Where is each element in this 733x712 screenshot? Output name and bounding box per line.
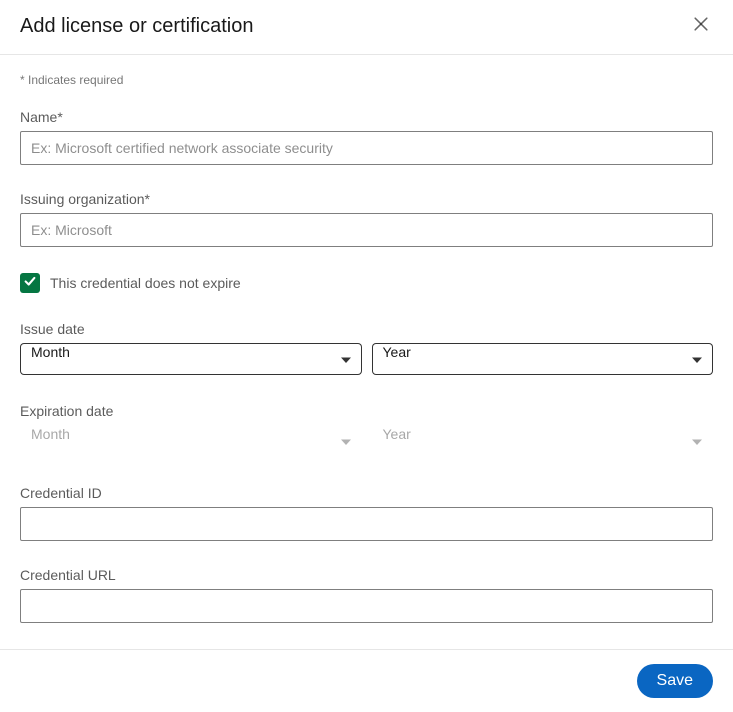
checkmark-icon — [23, 274, 37, 293]
close-button[interactable] — [689, 14, 713, 38]
credential-id-label: Credential ID — [20, 485, 713, 501]
required-indicator: * Indicates required — [20, 73, 713, 87]
field-credential-id: Credential ID — [20, 485, 713, 541]
expiration-date-label: Expiration date — [20, 403, 713, 419]
field-name: Name* — [20, 109, 713, 165]
modal-body: * Indicates required Name* Issuing organ… — [0, 55, 733, 649]
no-expire-checkbox[interactable] — [20, 273, 40, 293]
exp-year-select: Year — [372, 425, 714, 457]
credential-id-input[interactable] — [20, 507, 713, 541]
exp-month-wrap: Month — [20, 425, 362, 457]
modal-header: Add license or certification — [0, 0, 733, 55]
save-button[interactable]: Save — [637, 664, 713, 698]
close-icon — [691, 14, 711, 39]
exp-year-wrap: Year — [372, 425, 714, 457]
org-label: Issuing organization* — [20, 191, 713, 207]
issue-date-label: Issue date — [20, 321, 713, 337]
no-expire-row: This credential does not expire — [20, 273, 713, 293]
no-expire-label: This credential does not expire — [50, 275, 241, 291]
credential-url-label: Credential URL — [20, 567, 713, 583]
issue-date-group: Issue date Month Year — [20, 321, 713, 375]
issue-year-wrap: Year — [372, 343, 714, 375]
issue-year-select[interactable]: Year — [372, 343, 714, 375]
credential-url-input[interactable] — [20, 589, 713, 623]
exp-month-select: Month — [20, 425, 362, 457]
modal-title: Add license or certification — [20, 15, 253, 38]
modal-footer: Save — [0, 649, 733, 712]
name-input[interactable] — [20, 131, 713, 165]
name-label: Name* — [20, 109, 713, 125]
expiration-date-group: Expiration date Month Year — [20, 403, 713, 457]
issue-month-wrap: Month — [20, 343, 362, 375]
issue-month-select[interactable]: Month — [20, 343, 362, 375]
org-input[interactable] — [20, 213, 713, 247]
field-credential-url: Credential URL — [20, 567, 713, 623]
field-org: Issuing organization* — [20, 191, 713, 247]
